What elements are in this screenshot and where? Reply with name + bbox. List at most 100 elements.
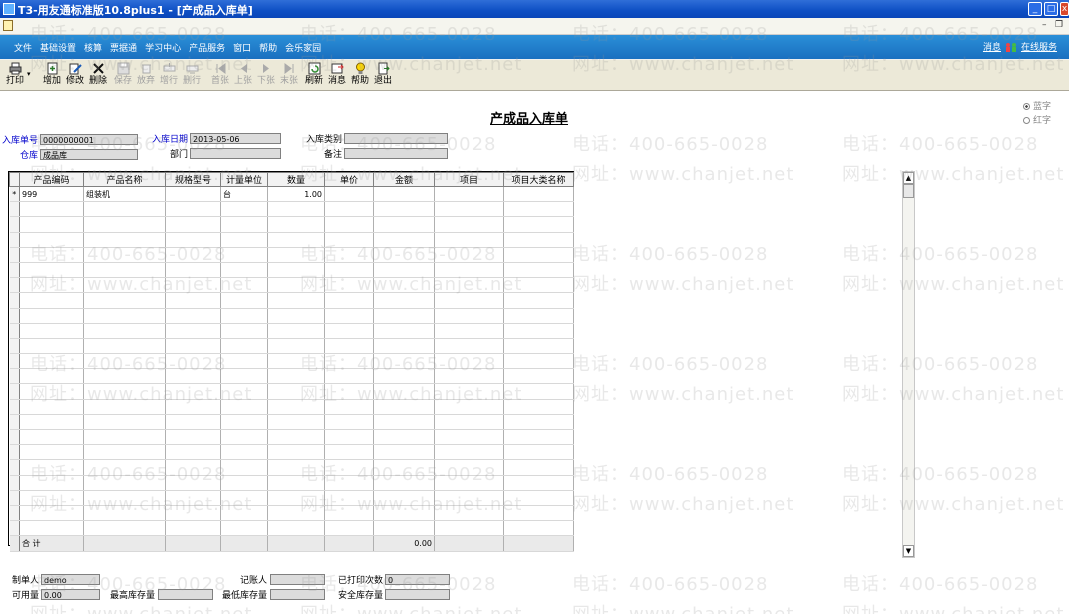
grid-cell[interactable] [267,232,325,248]
col-header-category[interactable]: 项目大类名称 [503,172,574,187]
grid-cell[interactable] [165,216,221,233]
grid-cell[interactable] [19,475,84,491]
grid-cell[interactable] [83,308,166,324]
table-row[interactable] [9,520,574,537]
grid-cell[interactable] [503,277,574,294]
grid-cell[interactable] [220,383,268,400]
table-row[interactable] [9,292,574,309]
grid-cell[interactable] [324,383,374,400]
cell-project[interactable] [434,186,504,203]
grid-cell[interactable] [19,232,84,248]
scroll-down-button[interactable]: ▼ [903,545,914,557]
grid-cell[interactable] [220,232,268,248]
table-row[interactable] [9,429,574,446]
grid-cell[interactable] [83,505,166,522]
grid-cell[interactable] [503,232,574,248]
col-header-price[interactable]: 单价 [324,172,374,187]
grid-cell[interactable] [267,368,325,385]
grid-cell[interactable] [165,277,221,294]
available-field[interactable]: 0.00 [41,589,100,600]
grid-cell[interactable] [19,277,84,294]
grid-cell[interactable] [267,490,325,506]
grid-cell[interactable] [19,368,84,385]
col-header-unit[interactable]: 计量单位 [220,172,268,187]
grid-cell[interactable] [220,429,268,446]
grid-cell[interactable] [267,338,325,355]
grid-cell[interactable] [165,520,221,537]
grid-cell[interactable] [267,262,325,279]
grid-cell[interactable] [83,475,166,491]
grid-cell[interactable] [324,459,374,476]
grid-cell[interactable] [324,277,374,294]
grid-cell[interactable] [165,368,221,385]
grid-cell[interactable] [220,216,268,233]
table-row[interactable] [9,505,574,522]
grid-cell[interactable] [434,201,504,218]
grid-cell[interactable] [373,414,435,431]
grid-cell[interactable] [373,429,435,446]
grid-cell[interactable] [83,232,166,248]
maximize-button[interactable]: □ [1044,2,1058,16]
menu-help[interactable]: 帮助 [259,41,277,54]
grid-cell[interactable] [83,490,166,506]
grid-cell[interactable] [165,444,221,461]
grid-cell[interactable] [19,338,84,355]
col-header-project[interactable]: 项目 [434,172,504,187]
grid-cell[interactable] [324,444,374,461]
grid-cell[interactable] [434,232,504,248]
grid-cell[interactable] [373,216,435,233]
max-stock-field[interactable] [158,589,213,600]
grid-cell[interactable] [434,216,504,233]
grid-cell[interactable] [220,368,268,385]
grid-cell[interactable] [165,475,221,491]
insert-row-button[interactable]: 增行 [159,62,179,89]
grid-cell[interactable] [83,247,166,263]
table-row[interactable] [9,216,574,233]
table-row[interactable] [9,262,574,279]
grid-cell[interactable] [503,505,574,522]
grid-cell[interactable] [503,399,574,415]
grid-cell[interactable] [373,459,435,476]
grid-cell[interactable] [165,505,221,522]
grid-cell[interactable] [83,383,166,400]
grid-cell[interactable] [19,308,84,324]
grid-cell[interactable] [434,505,504,522]
grid-cell[interactable] [19,459,84,476]
mdi-minimize-button[interactable]: – [1042,20,1047,30]
grid-cell[interactable] [434,368,504,385]
grid-cell[interactable] [373,247,435,263]
message-link[interactable]: 消息 [983,40,1001,53]
table-row[interactable] [9,308,574,324]
grid-cell[interactable] [19,247,84,263]
grid-cell[interactable] [220,475,268,491]
last-button[interactable]: 末张 [279,62,299,89]
refresh-button[interactable]: 刷新 [304,62,324,89]
grid-cell[interactable] [220,505,268,522]
cell-unit[interactable]: 台 [220,186,268,203]
grid-cell[interactable] [503,490,574,506]
grid-cell[interactable] [434,277,504,294]
grid-cell[interactable] [83,444,166,461]
grid-cell[interactable] [324,520,374,537]
grid-cell[interactable] [220,353,268,370]
grid-cell[interactable] [267,399,325,415]
grid-cell[interactable] [267,323,325,339]
doc-no-field[interactable]: 0000000001 [40,134,138,145]
grid-cell[interactable] [324,414,374,431]
grid-cell[interactable] [165,459,221,476]
minimize-button[interactable]: _ [1028,2,1042,16]
grid-cell[interactable] [324,368,374,385]
grid-cell[interactable] [373,277,435,294]
message-button[interactable]: 消息 [327,62,347,89]
grid-cell[interactable] [373,201,435,218]
menu-club[interactable]: 会乐家园 [285,41,321,54]
grid-cell[interactable] [434,308,504,324]
grid-cell[interactable] [434,414,504,431]
grid-cell[interactable] [19,262,84,279]
grid-cell[interactable] [267,459,325,476]
col-header-name[interactable]: 产品名称 [83,172,166,187]
col-header-spec[interactable]: 规格型号 [165,172,221,187]
grid-cell[interactable] [19,505,84,522]
safe-stock-field[interactable] [385,589,450,600]
table-row[interactable] [9,353,574,370]
